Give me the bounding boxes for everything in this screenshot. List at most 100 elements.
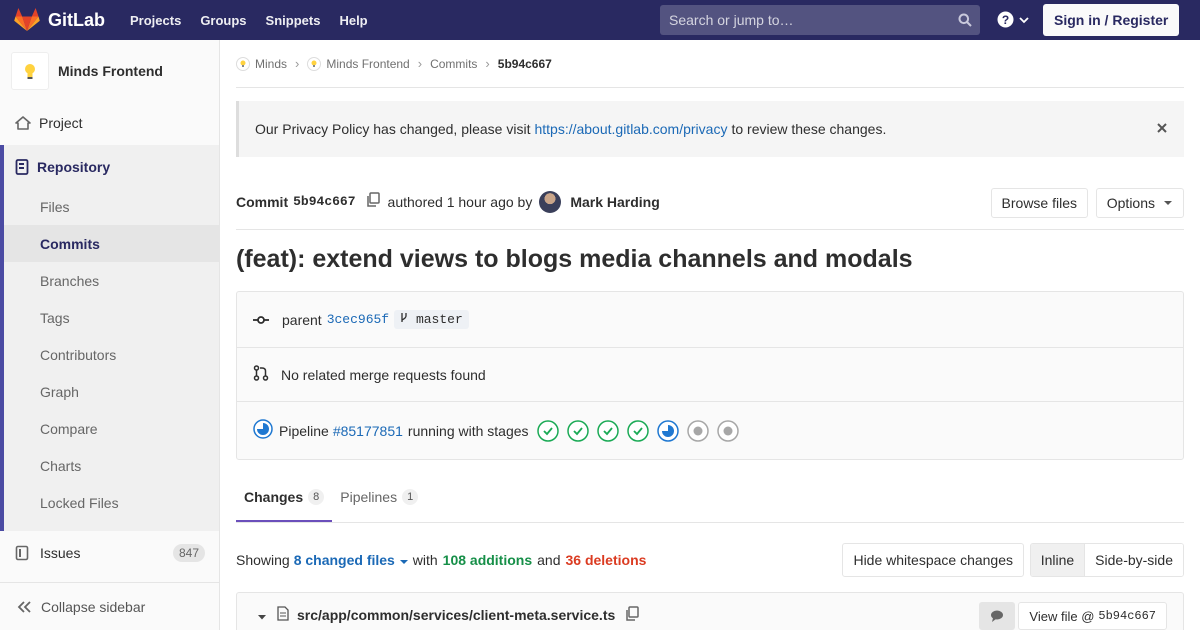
stage-success-icon[interactable] [566, 419, 589, 442]
sign-in-register-button[interactable]: Sign in / Register [1043, 4, 1180, 36]
breadcrumb-label: Minds Frontend [326, 56, 410, 71]
pipeline-row: Pipeline #85177851 running with stages [237, 402, 1183, 459]
changed-files-label: 8 changed files [293, 552, 395, 568]
options-label: Options [1106, 195, 1155, 211]
nav-projects-link[interactable]: Projects [130, 13, 181, 28]
tab-pipelines[interactable]: Pipelines 1 [332, 485, 426, 522]
sidebar-subitem-files[interactable]: Files [4, 188, 219, 225]
caret-down-icon [1164, 201, 1172, 205]
tab-changes[interactable]: Changes 8 [236, 485, 333, 522]
diff-summary: Showing 8 changed files with 108 additio… [236, 543, 1184, 577]
author-name-link[interactable]: Mark Harding [570, 194, 659, 210]
changed-files-dropdown[interactable]: 8 changed files [294, 552, 409, 568]
caret-down-icon [399, 560, 408, 564]
and-text: and [537, 552, 561, 568]
browse-files-button[interactable]: Browse files [990, 188, 1088, 218]
breadcrumb-separator: › [485, 56, 490, 71]
nav-links: Projects Groups Snippets Help [130, 13, 387, 28]
pipeline-stages [536, 419, 747, 442]
parent-sha-link[interactable]: 3cec965f [327, 312, 389, 327]
view-file-label: View file @ [1029, 608, 1095, 624]
project-sidebar: Minds Frontend Project Repository Files … [0, 40, 220, 630]
stage-success-icon[interactable] [626, 419, 649, 442]
nav-help-link[interactable]: Help [339, 13, 367, 28]
repository-icon [15, 158, 29, 175]
gitlab-logo-link[interactable]: GitLab [14, 0, 105, 40]
svg-text:?: ? [1002, 13, 1009, 27]
breadcrumb-commits[interactable]: Commits [430, 57, 477, 71]
commit-header: Commit 5b94c667 authored 1 hour ago by M… [236, 174, 1184, 230]
sidebar-item-label: Project [39, 114, 83, 131]
branch-name: master [415, 312, 463, 327]
nav-groups-link[interactable]: Groups [200, 13, 246, 28]
copy-icon[interactable] [625, 605, 640, 625]
close-icon[interactable] [1156, 121, 1168, 137]
stage-created-icon[interactable] [686, 419, 709, 442]
sidebar-subitem-contributors[interactable]: Contributors [4, 336, 219, 373]
deletions-count: 36 deletions [565, 552, 647, 568]
sidebar-item-project[interactable]: Project [0, 102, 219, 143]
tab-count-badge: 1 [402, 489, 419, 505]
view-file-button[interactable]: View file @ 5b94c667 [1018, 602, 1167, 630]
sidebar-item-repository[interactable]: Repository [4, 145, 219, 188]
stage-success-icon[interactable] [596, 419, 619, 442]
top-navbar: GitLab Projects Groups Snippets Help ? S… [0, 0, 1200, 40]
search-box [660, 5, 980, 35]
pipeline-id-link[interactable]: #85177851 [333, 423, 403, 439]
sidebar-subitem-charts[interactable]: Charts [4, 447, 219, 484]
file-path-link[interactable]: src/app/common/services/client-meta.serv… [297, 607, 615, 623]
sidebar-project-header[interactable]: Minds Frontend [0, 40, 219, 102]
collapse-file-icon[interactable] [257, 607, 267, 623]
sidebar-item-issues[interactable]: Issues 847 [0, 534, 219, 572]
sidebar-subitem-branches[interactable]: Branches [4, 262, 219, 299]
sidebar-subitem-commits[interactable]: Commits [4, 225, 219, 262]
pipeline-label: Pipeline [279, 422, 329, 439]
author-avatar[interactable] [539, 190, 562, 213]
copy-icon[interactable] [366, 192, 380, 211]
commit-label: Commit [236, 193, 289, 210]
lightbulb-icon [307, 56, 322, 71]
help-dropdown[interactable]: ? [997, 11, 1030, 28]
commit-title: (feat): extend views to blogs media chan… [236, 245, 913, 273]
gitlab-fox-icon [14, 8, 40, 31]
merge-request-icon [253, 365, 281, 384]
commit-parent-row: parent 3cec965f master [237, 292, 1183, 348]
breadcrumb-minds[interactable]: Minds [236, 56, 287, 71]
search-input[interactable] [660, 12, 950, 28]
issues-count-badge: 847 [172, 544, 205, 562]
merge-requests-row: No related merge requests found [237, 348, 1183, 402]
privacy-policy-alert: Our Privacy Policy has changed, please v… [236, 101, 1184, 157]
stage-success-icon[interactable] [536, 419, 559, 442]
collapse-sidebar-label: Collapse sidebar [41, 598, 146, 615]
branch-badge[interactable]: master [394, 310, 469, 329]
stage-created-icon[interactable] [716, 419, 739, 442]
sidebar-subitem-locked-files[interactable]: Locked Files [4, 484, 219, 521]
double-chevron-left-icon [17, 600, 31, 613]
authored-text: authored 1 hour ago by [387, 193, 533, 210]
branch-icon [401, 313, 407, 322]
brand-name: GitLab [48, 9, 105, 30]
question-circle-icon: ? [997, 11, 1014, 28]
pipeline-status-text: running with stages [407, 422, 529, 439]
additions-count: 108 additions [442, 552, 533, 568]
with-text: with [412, 552, 438, 568]
options-dropdown-button[interactable]: Options [1095, 188, 1184, 218]
sidebar-subitem-tags[interactable]: Tags [4, 299, 219, 336]
collapse-sidebar-button[interactable]: Collapse sidebar [0, 582, 219, 630]
comment-icon[interactable] [979, 602, 1015, 630]
nav-snippets-link[interactable]: Snippets [266, 13, 321, 28]
privacy-policy-link[interactable]: https://about.gitlab.com/privacy [534, 121, 727, 137]
breadcrumb-current-commit[interactable]: 5b94c667 [498, 57, 552, 71]
hide-whitespace-button[interactable]: Hide whitespace changes [842, 543, 1024, 577]
alert-text-after: to review these changes. [731, 121, 887, 137]
search-icon[interactable] [950, 13, 980, 27]
sidebar-subitem-compare[interactable]: Compare [4, 410, 219, 447]
pipeline-running-icon[interactable] [253, 419, 279, 442]
stage-running-icon[interactable] [656, 419, 679, 442]
side-by-side-view-button[interactable]: Side-by-side [1085, 544, 1183, 576]
breadcrumb-minds-frontend[interactable]: Minds Frontend [307, 56, 410, 71]
home-icon [15, 115, 31, 130]
inline-view-button[interactable]: Inline [1030, 544, 1086, 576]
sidebar-subitem-graph[interactable]: Graph [4, 373, 219, 410]
commit-sha: 5b94c667 [293, 194, 356, 209]
